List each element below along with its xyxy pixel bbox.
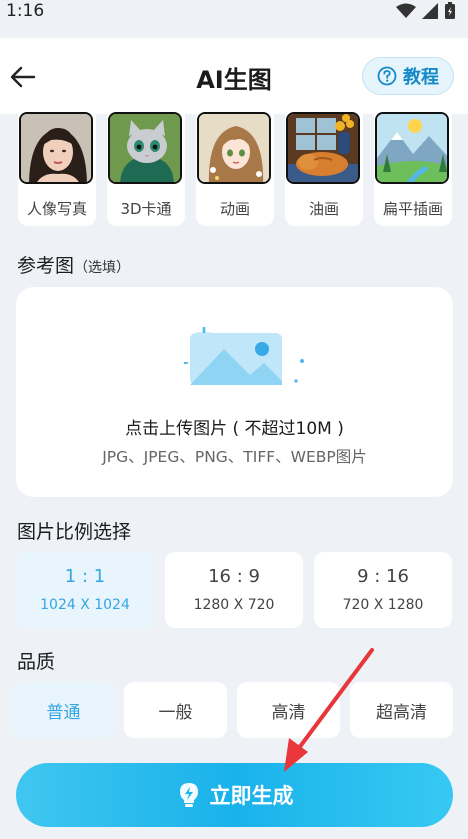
- reference-title: 参考图: [17, 255, 75, 277]
- style-list: 人像写真 3D卡通 动画 油画 扁平插画: [0, 112, 468, 228]
- style-item-3d-cartoon[interactable]: 3D卡通: [107, 112, 185, 226]
- style-item-flat-illustration[interactable]: 扁平插画: [374, 112, 452, 226]
- status-time: 1:16: [6, 1, 45, 21]
- ratio-size: 1024 X 1024: [40, 597, 130, 613]
- generate-label: 立即生成: [209, 784, 294, 808]
- generate-button[interactable]: 立即生成: [16, 763, 453, 827]
- wifi-icon: [396, 3, 416, 18]
- top-bar: AI生图 教程: [0, 38, 468, 114]
- portrait-thumbnail-icon: [19, 112, 93, 184]
- upload-instruction: 点击上传图片 ( 不超过10M ): [125, 419, 344, 439]
- style-item-anime[interactable]: 动画: [196, 112, 274, 226]
- style-item-oil-painting[interactable]: 油画: [285, 112, 363, 226]
- image-upload-icon: [184, 327, 304, 385]
- ratio-option-16-9[interactable]: 16 : 9 1280 X 720: [165, 552, 303, 628]
- flat-landscape-thumbnail-icon: [375, 112, 449, 184]
- reference-optional: （选填）: [74, 260, 131, 276]
- upload-area[interactable]: 点击上传图片 ( 不超过10M ) JPG、JPEG、PNG、TIFF、WEBP…: [16, 287, 453, 497]
- ratio-value: 16 : 9: [208, 566, 260, 587]
- quality-option-normal[interactable]: 普通: [12, 682, 115, 738]
- style-label: 扁平插画: [382, 200, 443, 218]
- ratio-option-1-1[interactable]: 1 : 1 1024 X 1024: [16, 552, 154, 628]
- reference-section-title: 参考图（选填）: [17, 251, 130, 278]
- quality-section-title: 品质: [17, 651, 56, 673]
- oil-painting-cat-thumbnail-icon: [286, 112, 360, 184]
- anime-girl-thumbnail-icon: [197, 112, 271, 184]
- lightbulb-icon: [179, 783, 198, 807]
- ratio-value: 1 : 1: [64, 566, 106, 587]
- quality-option-general[interactable]: 一般: [124, 682, 227, 738]
- style-item-portrait[interactable]: 人像写真: [18, 112, 96, 226]
- tutorial-label: 教程: [403, 67, 439, 88]
- battery-icon: [445, 2, 455, 19]
- ratio-size: 720 X 1280: [342, 597, 424, 613]
- upload-formats: JPG、JPEG、PNG、TIFF、WEBP图片: [102, 448, 367, 466]
- status-icons: [396, 2, 456, 20]
- status-bar: 1:16: [0, 0, 468, 24]
- style-label: 动画: [219, 200, 250, 218]
- style-label: 3D卡通: [120, 200, 172, 218]
- signal-icon: [422, 3, 438, 19]
- ratio-value: 9 : 16: [357, 566, 409, 587]
- quality-option-hd[interactable]: 高清: [237, 682, 340, 738]
- ratio-option-9-16[interactable]: 9 : 16 720 X 1280: [314, 552, 452, 628]
- style-label: 油画: [308, 200, 339, 218]
- ratio-section-title: 图片比例选择: [17, 521, 132, 543]
- 3d-cat-thumbnail-icon: [108, 112, 182, 184]
- help-circle-icon: [377, 66, 397, 86]
- ratio-size: 1280 X 720: [193, 597, 275, 613]
- tutorial-button[interactable]: 教程: [362, 57, 454, 95]
- style-label: 人像写真: [26, 200, 87, 218]
- quality-option-ultra-hd[interactable]: 超高清: [350, 682, 453, 738]
